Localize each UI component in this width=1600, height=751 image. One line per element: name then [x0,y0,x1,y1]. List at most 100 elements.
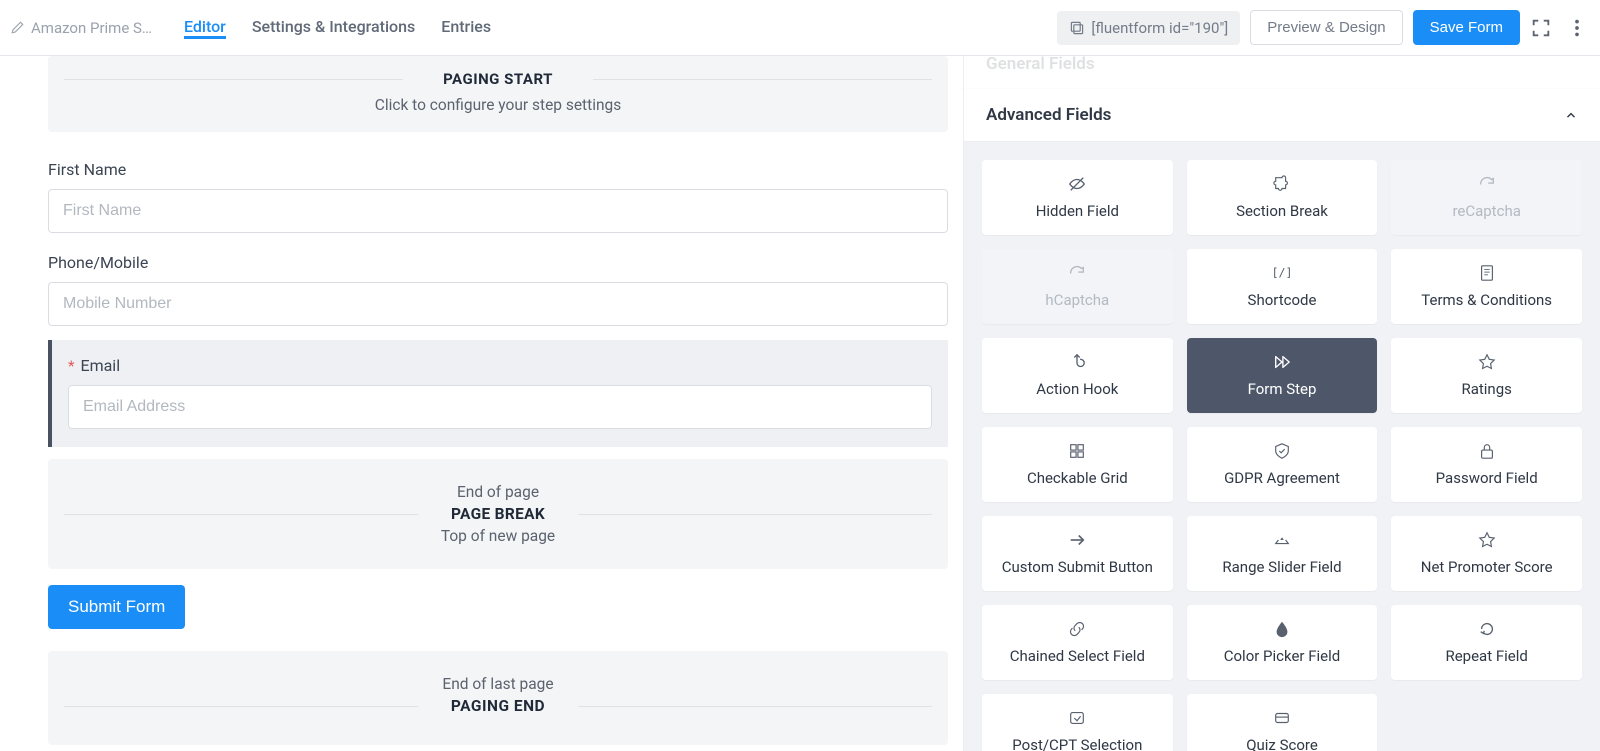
field-card-chained-select[interactable]: Chained Select Field [982,605,1173,680]
shield-icon [1273,441,1291,461]
paging-start-block[interactable]: PAGING START Click to configure your ste… [48,56,948,132]
fullscreen-icon [1530,17,1552,39]
field-card-label: Hidden Field [1036,202,1119,220]
eye-off-icon [1068,174,1086,194]
field-card-form-step[interactable]: Form Step [1187,338,1378,413]
doc-icon [1478,263,1496,283]
page-break-title: PAGE BREAK [64,505,932,523]
paging-start-subtitle: Click to configure your step settings [64,96,932,114]
page-break-end-label: End of page [64,479,932,505]
field-card-label: Ratings [1461,380,1511,398]
form-title[interactable]: Amazon Prime S… [10,19,152,37]
hook-icon [1068,352,1086,372]
field-card-repeat[interactable]: Repeat Field [1391,605,1582,680]
paging-start-title: PAGING START [64,70,932,88]
field-card-checkable-grid[interactable]: Checkable Grid [982,427,1173,502]
field-card-label: Net Promoter Score [1421,558,1553,576]
field-card-ratings[interactable]: Ratings [1391,338,1582,413]
field-card-label: reCaptcha [1452,202,1520,220]
phone-input[interactable] [48,282,948,326]
fullscreen-button[interactable] [1530,17,1552,39]
preview-design-button[interactable]: Preview & Design [1250,10,1402,45]
card-icon [1273,708,1291,728]
field-card-label: Shortcode [1248,291,1317,309]
page-break-top-label: Top of new page [64,523,932,549]
field-card-label: Range Slider Field [1222,558,1341,576]
tab-editor[interactable]: Editor [184,17,226,39]
first-name-label: First Name [48,160,948,179]
submit-form-button[interactable]: Submit Form [48,585,185,629]
fast-fwd-icon [1273,352,1291,372]
star-icon [1478,530,1496,550]
field-card-label: Terms & Conditions [1421,291,1552,309]
tab-entries[interactable]: Entries [441,17,491,39]
field-card-section-break[interactable]: Section Break [1187,160,1378,235]
field-card-label: Checkable Grid [1027,469,1128,487]
field-card-recaptcha: reCaptcha [1391,160,1582,235]
brackets-icon [1273,263,1291,283]
field-first-name[interactable]: First Name [48,146,948,239]
more-menu-button[interactable] [1562,17,1588,39]
field-card-color-picker[interactable]: Color Picker Field [1187,605,1378,680]
field-card-custom-submit[interactable]: Custom Submit Button [982,516,1173,591]
topbar: Amazon Prime S… Editor Settings & Integr… [0,0,1600,56]
field-card-label: Password Field [1436,469,1538,487]
first-name-input[interactable] [48,189,948,233]
field-email-selected[interactable]: *Email [48,340,948,447]
tab-settings[interactable]: Settings & Integrations [252,17,415,39]
paging-end-last-label: End of last page [64,671,932,697]
lock-icon [1478,441,1496,461]
puzzle-icon [1273,174,1291,194]
field-card-shortcode[interactable]: Shortcode [1187,249,1378,324]
save-form-button[interactable]: Save Form [1413,10,1520,45]
general-fields-heading[interactable]: General Fields [964,56,1600,89]
fields-panel: General Fields Advanced Fields Hidden Fi… [964,56,1600,751]
field-card-action-hook[interactable]: Action Hook [982,338,1173,413]
refresh-icon [1478,174,1496,194]
field-card-label: Post/CPT Selection [1012,736,1142,751]
field-card-label: Repeat Field [1445,647,1527,665]
pencil-icon [10,20,25,35]
field-card-label: Form Step [1248,380,1317,398]
chevron-up-icon [1564,108,1578,122]
email-input[interactable] [68,385,932,429]
copy-icon [1069,20,1085,36]
main-tabs: Editor Settings & Integrations Entries [184,17,491,39]
paging-end-block[interactable]: End of last page PAGING END [48,651,948,745]
field-card-gdpr[interactable]: GDPR Agreement [1187,427,1378,502]
field-card-quiz-score[interactable]: Quiz Score [1187,694,1378,751]
field-card-password[interactable]: Password Field [1391,427,1582,502]
form-canvas: PAGING START Click to configure your ste… [0,56,964,751]
paging-end-title: PAGING END [64,697,932,715]
field-phone[interactable]: Phone/Mobile [48,239,948,332]
field-card-label: Custom Submit Button [1002,558,1153,576]
field-card-terms[interactable]: Terms & Conditions [1391,249,1582,324]
shortcode-pill[interactable]: [fluentform id="190"] [1057,11,1240,45]
field-card-hcaptcha: hCaptcha [982,249,1173,324]
field-card-range-slider[interactable]: Range Slider Field [1187,516,1378,591]
redo-icon [1478,619,1496,639]
field-card-label: Chained Select Field [1010,647,1145,665]
field-card-label: GDPR Agreement [1224,469,1340,487]
field-card-label: hCaptcha [1045,291,1109,309]
field-card-label: Action Hook [1036,380,1118,398]
more-vertical-icon [1566,17,1588,39]
field-card-post-cpt[interactable]: Post/CPT Selection [982,694,1173,751]
drop-icon [1273,619,1291,639]
select-box-icon [1068,708,1086,728]
page-break-block[interactable]: End of page PAGE BREAK Top of new page [48,459,948,569]
advanced-fields-grid: Hidden Field Section Break reCaptcha hCaptc… [964,142,1600,751]
field-card-label: Quiz Score [1246,736,1318,751]
slider-icon [1273,530,1291,550]
email-label: *Email [68,356,932,375]
star-icon [1478,352,1496,372]
phone-label: Phone/Mobile [48,253,948,272]
field-card-label: Color Picker Field [1224,647,1341,665]
field-card-nps[interactable]: Net Promoter Score [1391,516,1582,591]
field-card-label: Section Break [1236,202,1328,220]
advanced-fields-heading[interactable]: Advanced Fields [964,89,1600,142]
refresh-icon [1068,263,1086,283]
grid-icon [1068,441,1086,461]
link-icon [1068,619,1086,639]
field-card-hidden-field[interactable]: Hidden Field [982,160,1173,235]
